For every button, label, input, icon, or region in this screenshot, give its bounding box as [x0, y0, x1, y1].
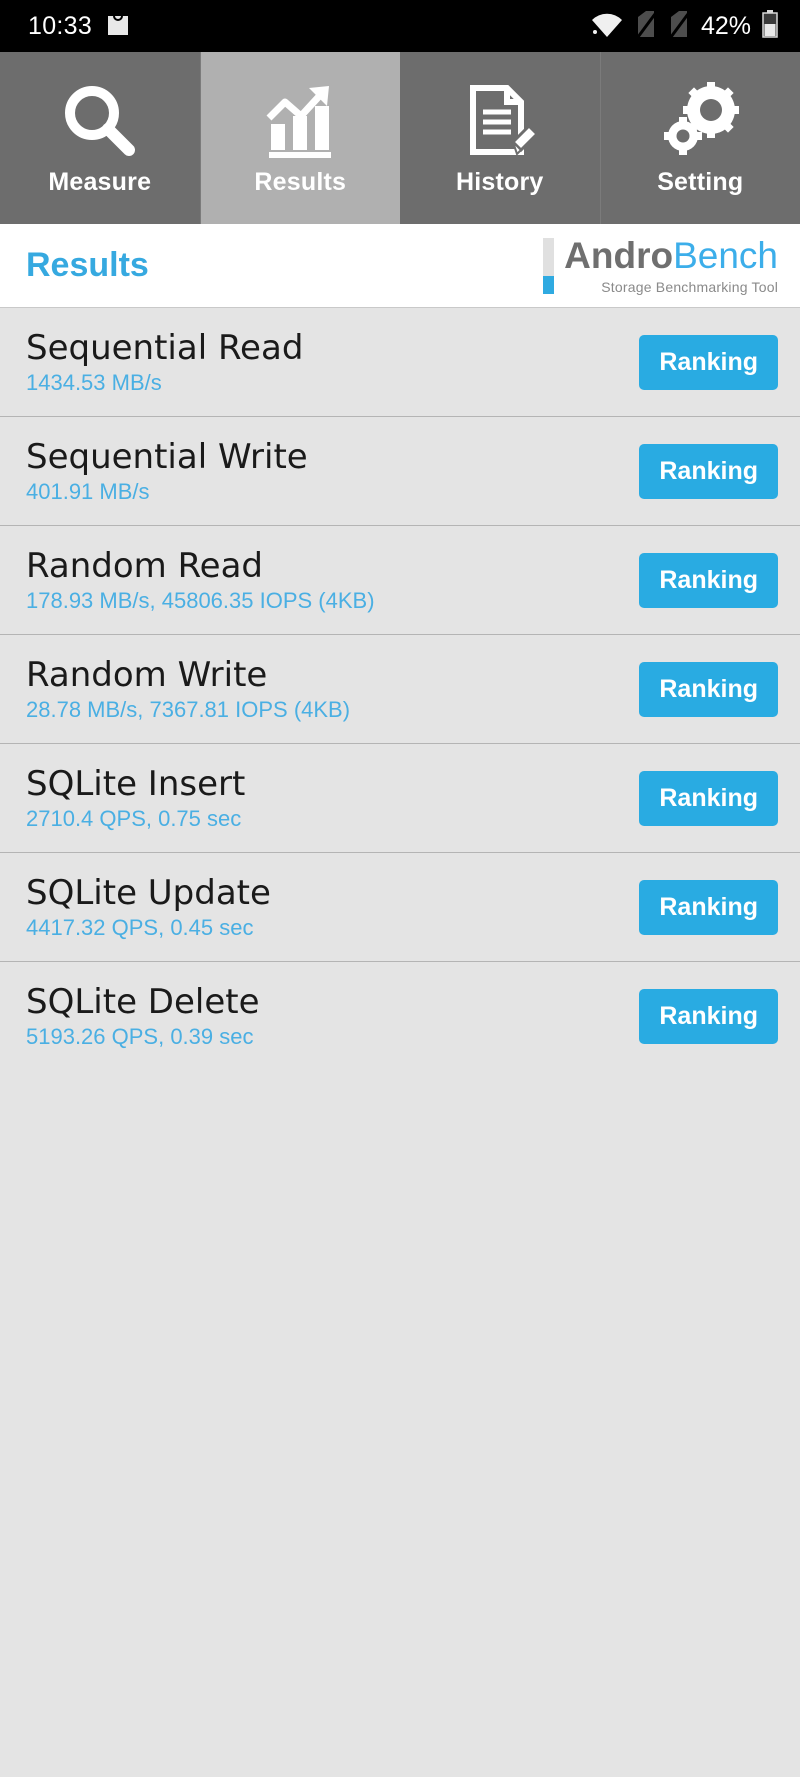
result-info: Random Read 178.93 MB/s, 45806.35 IOPS (…: [26, 549, 375, 612]
table-row[interactable]: SQLite Insert 2710.4 QPS, 0.75 sec Ranki…: [0, 744, 800, 853]
tab-history-label: History: [455, 167, 544, 196]
table-row[interactable]: SQLite Delete 5193.26 QPS, 0.39 sec Rank…: [0, 962, 800, 1071]
result-info: Sequential Read 1434.53 MB/s: [26, 331, 303, 394]
result-value: 178.93 MB/s, 45806.35 IOPS (4KB): [26, 587, 375, 613]
table-row[interactable]: Sequential Write 401.91 MB/s Ranking: [0, 417, 800, 526]
table-row[interactable]: Random Write 28.78 MB/s, 7367.81 IOPS (4…: [0, 635, 800, 744]
logo-tagline: Storage Benchmarking Tool: [601, 278, 778, 295]
result-info: SQLite Insert 2710.4 QPS, 0.75 sec: [26, 767, 245, 830]
status-bar-clock: 10:33: [28, 11, 93, 40]
ranking-button[interactable]: Ranking: [639, 443, 778, 499]
result-info: SQLite Delete 5193.26 QPS, 0.39 sec: [26, 985, 260, 1048]
result-info: SQLite Update 4417.32 QPS, 0.45 sec: [26, 876, 271, 939]
result-value: 2710.4 QPS, 0.75 sec: [26, 805, 242, 831]
no-sim-2-icon: [668, 10, 690, 42]
logo-accent-bar: [543, 237, 555, 294]
tab-results[interactable]: Results: [200, 52, 400, 224]
result-value: 1434.53 MB/s: [26, 369, 162, 395]
logo-bar-top: [543, 237, 555, 276]
result-name: SQLite Insert: [26, 763, 246, 804]
tab-results-label: Results: [254, 167, 347, 196]
logo-text: AndroBench Storage Benchmarking Tool: [564, 237, 778, 295]
table-row[interactable]: SQLite Update 4417.32 QPS, 0.45 sec Rank…: [0, 853, 800, 962]
tab-setting-label: Setting: [657, 167, 744, 196]
ranking-button[interactable]: Ranking: [639, 552, 778, 608]
status-bar: 10:33 42%: [0, 0, 800, 52]
ranking-button[interactable]: Ranking: [639, 879, 778, 935]
ranking-button[interactable]: Ranking: [639, 334, 778, 390]
logo-bar-bottom: [543, 275, 555, 294]
shopping-bag-icon: [106, 11, 130, 41]
result-value: 4417.32 QPS, 0.45 sec: [26, 914, 254, 940]
logo-wordmark: AndroBench: [564, 237, 778, 274]
result-value: 28.78 MB/s, 7367.81 IOPS (4KB): [26, 696, 351, 722]
logo-word-bench: Bench: [673, 234, 778, 276]
result-value: 5193.26 QPS, 0.39 sec: [26, 1024, 254, 1049]
androbench-logo: AndroBench Storage Benchmarking Tool: [543, 237, 778, 295]
app-body: Results AndroBench Storage Benchmarking …: [0, 224, 800, 1777]
result-name: SQLite Delete: [26, 982, 260, 1022]
result-info: Sequential Write 401.91 MB/s: [26, 440, 308, 503]
ranking-button[interactable]: Ranking: [639, 989, 778, 1044]
page-header: Results AndroBench Storage Benchmarking …: [0, 224, 800, 308]
wifi-icon: [590, 11, 624, 42]
table-row[interactable]: Random Read 178.93 MB/s, 45806.35 IOPS (…: [0, 526, 800, 635]
tab-bar: Measure Results History Setting: [0, 52, 800, 224]
magnifier-icon: [61, 80, 139, 162]
result-name: Sequential Read: [26, 327, 304, 368]
status-bar-right: 42%: [590, 10, 778, 42]
result-info: Random Write 28.78 MB/s, 7367.81 IOPS (4…: [26, 658, 350, 721]
tab-setting[interactable]: Setting: [600, 52, 800, 224]
bar-chart-icon: [261, 80, 339, 162]
empty-space: [0, 1071, 800, 1777]
tab-measure-label: Measure: [48, 167, 152, 196]
battery-percentage: 42%: [700, 11, 751, 40]
status-bar-left: 10:33: [28, 11, 130, 41]
gears-icon: [661, 80, 740, 162]
result-name: SQLite Update: [26, 872, 271, 913]
document-pencil-icon: [461, 80, 539, 162]
result-name: Sequential Write: [26, 436, 308, 477]
ranking-button[interactable]: Ranking: [639, 661, 778, 717]
tab-measure[interactable]: Measure: [0, 52, 201, 224]
table-row[interactable]: Sequential Read 1434.53 MB/s Ranking: [0, 308, 800, 417]
no-sim-1-icon: [635, 10, 657, 42]
result-name: Random Read: [26, 545, 264, 586]
battery-icon: [762, 10, 778, 42]
ranking-button[interactable]: Ranking: [639, 770, 778, 826]
logo-word-andro: Andro: [564, 234, 674, 276]
page-title: Results: [26, 246, 149, 284]
tab-history[interactable]: History: [400, 52, 601, 224]
result-value: 401.91 MB/s: [26, 478, 150, 504]
result-name: Random Write: [26, 654, 268, 695]
results-list: Sequential Read 1434.53 MB/s Ranking Seq…: [0, 308, 800, 1071]
